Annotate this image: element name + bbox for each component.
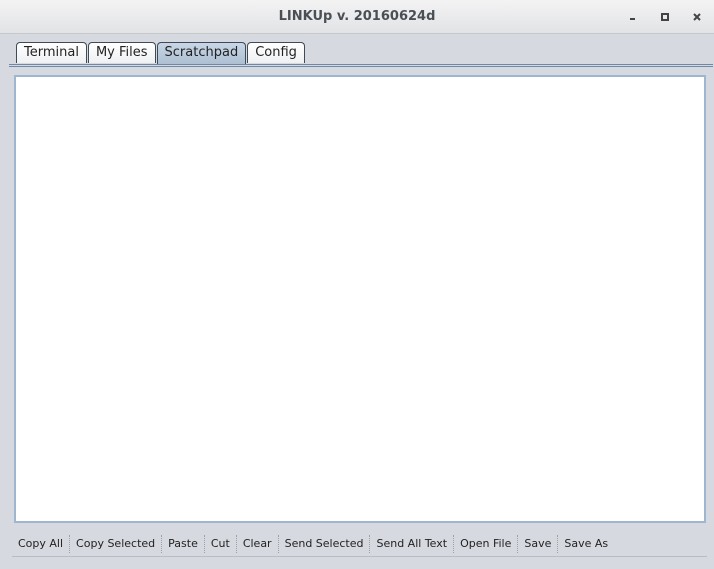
tab-scratchpad[interactable]: Scratchpad: [156, 42, 247, 64]
open-file-button[interactable]: Open File: [454, 534, 517, 554]
close-button[interactable]: [688, 8, 706, 26]
paste-button[interactable]: Paste: [162, 534, 204, 554]
minimize-button[interactable]: [624, 8, 642, 26]
copy-all-button[interactable]: Copy All: [12, 534, 69, 554]
copy-selected-button[interactable]: Copy Selected: [70, 534, 161, 554]
minimize-icon: [630, 18, 635, 20]
window-title: LINKUp v. 20160624d: [278, 9, 436, 24]
tab-divider: [9, 64, 713, 65]
tab-bar: Terminal My Files Scratchpad Config: [16, 42, 306, 64]
send-selected-button[interactable]: Send Selected: [279, 534, 370, 554]
bottom-divider: [12, 556, 707, 557]
save-button[interactable]: Save: [518, 534, 557, 554]
close-icon: [693, 13, 701, 21]
save-as-button[interactable]: Save As: [558, 534, 614, 554]
tab-config[interactable]: Config: [247, 42, 305, 63]
scratchpad-text-area[interactable]: [14, 75, 706, 523]
tab-terminal[interactable]: Terminal: [16, 42, 87, 63]
cut-button[interactable]: Cut: [205, 534, 236, 554]
tab-my-files[interactable]: My Files: [87, 42, 156, 63]
title-bar: LINKUp v. 20160624d: [0, 0, 714, 34]
tab-divider-lower: [9, 66, 713, 67]
maximize-button[interactable]: [656, 8, 674, 26]
send-all-text-button[interactable]: Send All Text: [370, 534, 453, 554]
scratchpad-toolbar: Copy All Copy Selected Paste Cut Clear S…: [12, 534, 614, 554]
maximize-icon: [661, 13, 669, 21]
clear-button[interactable]: Clear: [237, 534, 278, 554]
